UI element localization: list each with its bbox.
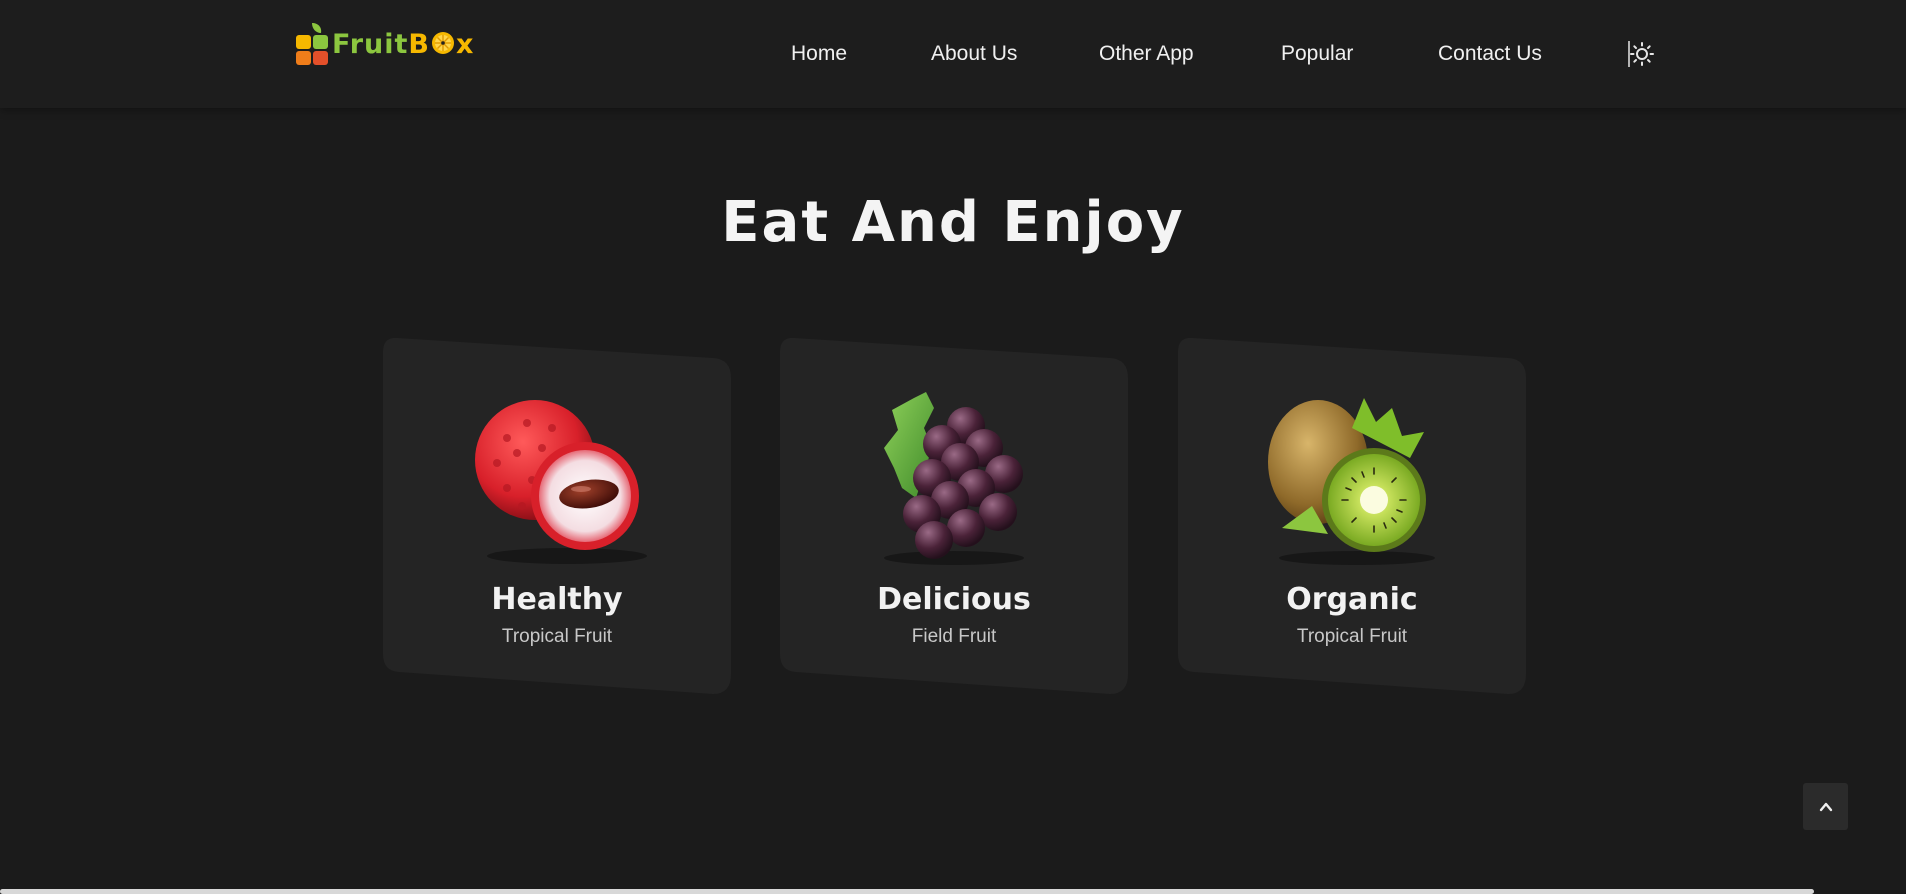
card-title: Organic — [1286, 582, 1418, 617]
brand-logo[interactable]: FruitB x — [294, 20, 474, 68]
fruit-card-organic[interactable]: Organic Tropical Fruit — [1178, 338, 1526, 694]
main-nav: Home About Us Other App Popular Contact … — [751, 36, 1671, 72]
nav-item-about-us[interactable]: About Us — [931, 36, 1017, 72]
horizontal-scrollbar[interactable] — [0, 889, 1814, 894]
logo-wordmark: FruitB x — [332, 28, 475, 60]
kiwi-image — [1268, 398, 1435, 565]
card-title: Healthy — [491, 582, 623, 617]
sun-icon — [1628, 41, 1654, 67]
grapes-image — [884, 392, 1024, 565]
section-title: Eat And Enjoy — [721, 190, 1185, 255]
scroll-to-top-button[interactable] — [1803, 783, 1848, 830]
logo-mark-icon — [296, 23, 328, 65]
card-subtitle: Tropical Fruit — [501, 626, 613, 647]
card-subtitle: Field Fruit — [911, 626, 997, 647]
nav-item-contact-us[interactable]: Contact Us — [1438, 36, 1542, 72]
card-title: Delicious — [877, 582, 1031, 617]
lychee-image — [475, 400, 647, 564]
orange-slice-icon — [432, 31, 455, 54]
nav-item-other-app[interactable]: Other App — [1099, 36, 1194, 72]
chevron-up-icon — [1819, 802, 1832, 811]
card-subtitle: Tropical Fruit — [1296, 626, 1408, 647]
fruit-card-delicious[interactable]: Delicious Field Fruit — [780, 338, 1128, 694]
site-header: FruitB x Home About Us Other App Popular … — [0, 0, 1906, 108]
nav-item-home[interactable]: Home — [791, 36, 847, 72]
theme-toggle-button[interactable] — [1626, 39, 1656, 69]
fruit-card-healthy[interactable]: Healthy Tropical Fruit — [383, 338, 731, 694]
nav-item-popular[interactable]: Popular — [1281, 36, 1353, 72]
